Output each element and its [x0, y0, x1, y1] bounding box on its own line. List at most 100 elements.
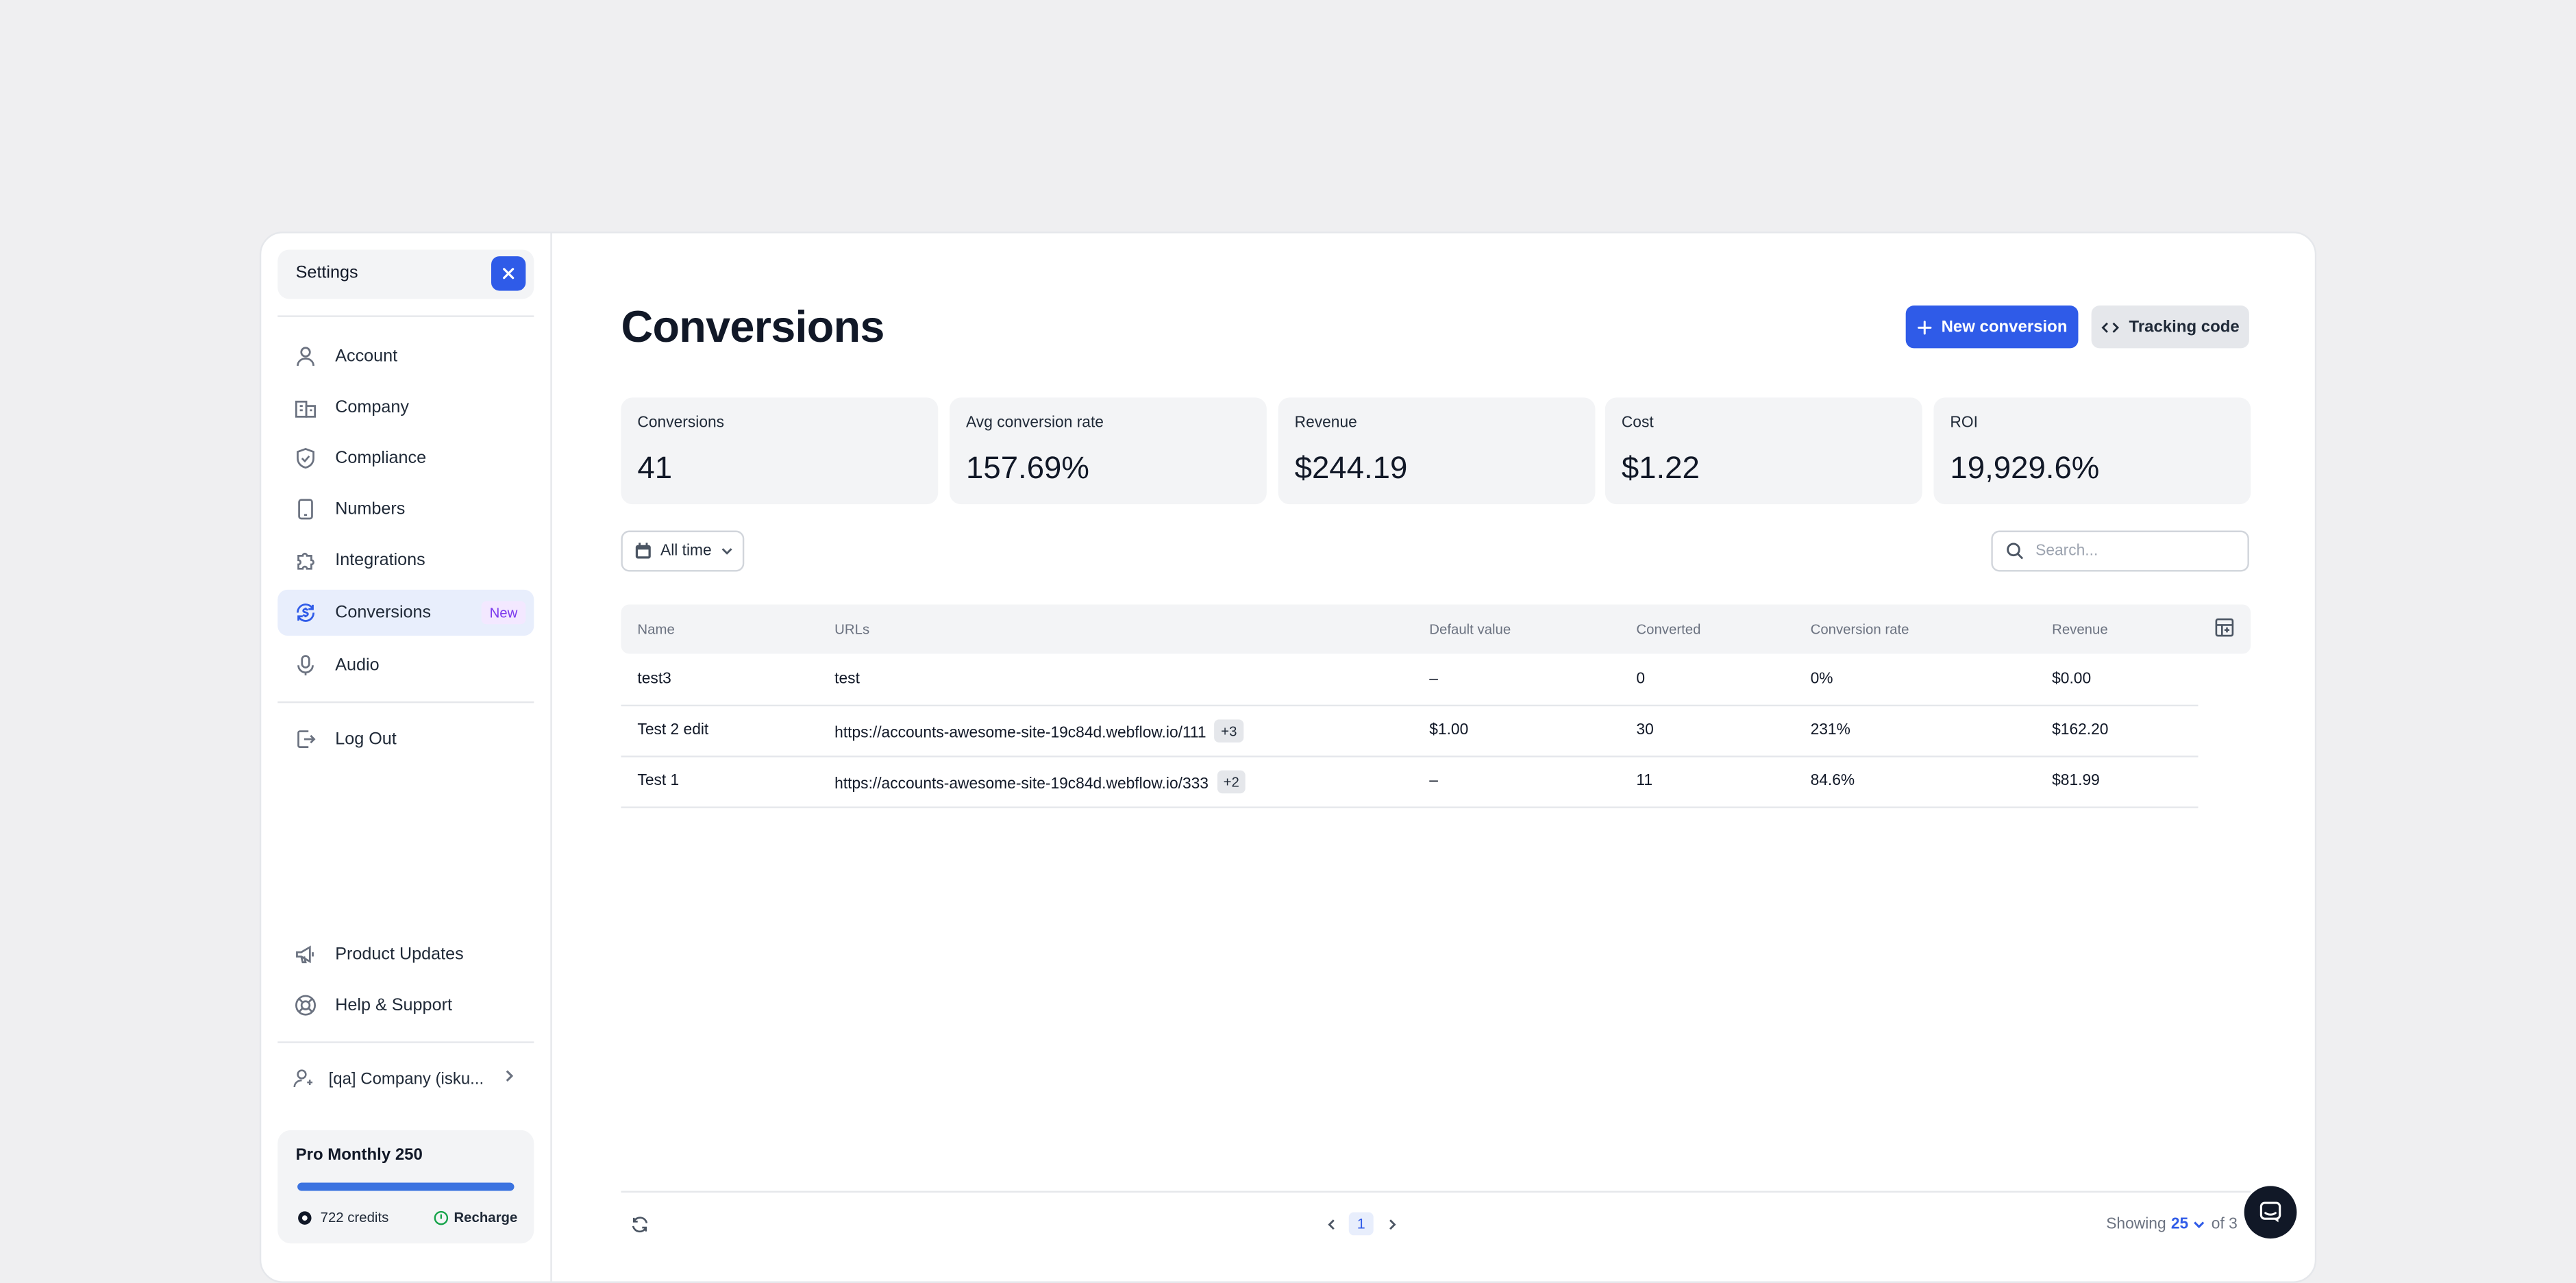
cell-converted: 0 — [1636, 670, 1646, 688]
user-icon — [293, 343, 319, 369]
plan-title: Pro Monthly 250 — [295, 1146, 423, 1165]
column-settings-icon[interactable] — [2215, 618, 2235, 638]
new-badge: New — [481, 601, 526, 625]
lifebuoy-icon — [293, 992, 319, 1018]
sidebar-item-conversions[interactable]: Conversions New — [277, 589, 534, 636]
chevron-down-icon — [720, 544, 735, 559]
cell-conversion-rate: 0% — [1810, 670, 1833, 688]
stat-value: 41 — [637, 451, 673, 486]
settings-title: Settings — [295, 262, 358, 283]
cell-url: https://accounts-awesome-site-19c84d.web… — [834, 770, 1246, 795]
microphone-icon — [293, 652, 319, 678]
search-input[interactable] — [2032, 540, 2236, 562]
stat-card-revenue: Revenue $244.19 — [1278, 397, 1596, 505]
column-header-converted[interactable]: Converted — [1636, 621, 1700, 637]
conversion-dollar-icon — [293, 599, 319, 625]
stat-label: Conversions — [637, 414, 725, 432]
more-urls-badge[interactable]: +3 — [1214, 719, 1244, 743]
stats-row: Conversions 41 Avg conversion rate 157.6… — [621, 397, 2251, 505]
sidebar-item-logout[interactable]: Log Out — [277, 717, 534, 762]
refresh-icon[interactable] — [631, 1216, 649, 1234]
search-box[interactable] — [1991, 530, 2249, 572]
cell-default-value: – — [1429, 772, 1438, 790]
column-header-name[interactable]: Name — [637, 621, 674, 637]
pagination: 1 — [1320, 1212, 1403, 1236]
chat-icon — [2259, 1201, 2281, 1223]
logout-icon — [293, 726, 319, 752]
showing-label: Showing — [2106, 1215, 2166, 1234]
stat-card-avg-rate: Avg conversion rate 157.69% — [950, 397, 1267, 505]
total-count: of 3 — [2211, 1215, 2238, 1234]
table-row[interactable]: test3 test – 0 0% $0.00 — [621, 653, 2199, 707]
close-icon — [503, 268, 515, 279]
previous-page-button[interactable] — [1320, 1217, 1343, 1232]
chat-launcher-button[interactable] — [2244, 1186, 2297, 1239]
per-page-select[interactable]: 25 — [2171, 1216, 2188, 1234]
cell-revenue: $162.20 — [2052, 721, 2109, 740]
puzzle-icon — [293, 547, 319, 573]
company-switcher[interactable]: [qa] Company (isku... — [277, 1060, 534, 1099]
cell-default-value: $1.00 — [1429, 721, 1469, 740]
cell-converted: 30 — [1636, 721, 1654, 740]
stat-label: Cost — [1621, 414, 1654, 432]
new-conversion-button[interactable]: New conversion — [1905, 306, 2079, 349]
sidebar-item-integrations[interactable]: Integrations — [277, 537, 534, 583]
sidebar-item-company[interactable]: Company — [277, 384, 534, 430]
next-page-button[interactable] — [1380, 1217, 1403, 1232]
calendar-icon — [634, 542, 652, 560]
main-content: Conversions New conversion Tracking code… — [552, 234, 2315, 1282]
column-header-revenue[interactable]: Revenue — [2052, 621, 2108, 637]
stat-card-conversions: Conversions 41 — [621, 397, 939, 505]
sidebar-item-product-updates[interactable]: Product Updates — [277, 932, 534, 977]
sidebar: Settings Account Company Compliance Numb… — [261, 233, 552, 1282]
column-header-conversion-rate[interactable]: Conversion rate — [1811, 621, 1909, 637]
tracking-code-button[interactable]: Tracking code — [2091, 306, 2249, 349]
credits-progress-fill — [297, 1182, 515, 1191]
close-button[interactable] — [491, 256, 526, 291]
credits-info: 722 credits — [297, 1209, 388, 1225]
sidebar-item-audio[interactable]: Audio — [277, 643, 534, 688]
more-urls-badge[interactable]: +2 — [1216, 770, 1246, 794]
stat-value: 19,929.6% — [1950, 451, 2100, 486]
sidebar-item-label: Audio — [335, 655, 380, 675]
plus-icon — [1917, 319, 1932, 334]
table-header: Name URLs Default value Converted Conver… — [621, 604, 2251, 654]
cell-conversion-rate: 231% — [1810, 721, 1850, 740]
date-range-dropdown[interactable]: All time — [621, 530, 745, 572]
sidebar-item-account[interactable]: Account — [277, 334, 534, 379]
page-title: Conversions — [621, 302, 884, 352]
sidebar-item-compliance[interactable]: Compliance — [277, 435, 534, 481]
recharge-icon — [434, 1210, 449, 1225]
page: Settings Account Company Compliance Numb… — [0, 0, 2576, 1283]
sidebar-item-label: Numbers — [335, 499, 406, 519]
cell-name: Test 2 edit — [637, 721, 709, 740]
sidebar-item-label: Company — [335, 397, 409, 418]
stat-label: ROI — [1950, 414, 1978, 432]
page-number-button[interactable]: 1 — [1348, 1212, 1374, 1236]
recharge-button[interactable]: Recharge — [434, 1209, 517, 1225]
cell-conversion-rate: 84.6% — [1810, 772, 1855, 790]
sidebar-item-label: Log Out — [335, 729, 397, 749]
column-header-default-value[interactable]: Default value — [1429, 621, 1511, 637]
sidebar-item-help[interactable]: Help & Support — [277, 982, 534, 1028]
cell-url: https://accounts-awesome-site-19c84d.web… — [834, 719, 1244, 745]
stat-card-roi: ROI 19,929.6% — [1933, 397, 2251, 505]
stat-value: $1.22 — [1621, 451, 1700, 486]
chevron-right-icon — [501, 1068, 517, 1089]
chevron-right-icon — [1388, 1219, 1396, 1229]
chevron-down-icon[interactable] — [2192, 1217, 2207, 1232]
sidebar-item-label: Conversions — [335, 603, 432, 623]
divider — [277, 315, 534, 317]
column-header-urls[interactable]: URLs — [834, 621, 869, 637]
sidebar-item-numbers[interactable]: Numbers — [277, 486, 534, 532]
url-text: https://accounts-awesome-site-19c84d.web… — [834, 724, 1206, 743]
credits-progress-bar — [297, 1182, 515, 1191]
stat-label: Revenue — [1294, 414, 1357, 432]
divider — [277, 701, 534, 703]
divider — [621, 1191, 2251, 1193]
table-row[interactable]: Test 1 https://accounts-awesome-site-19c… — [621, 756, 2199, 808]
table-row[interactable]: Test 2 edit https://accounts-awesome-sit… — [621, 705, 2199, 758]
search-icon — [2007, 543, 2024, 560]
stat-value: $244.19 — [1294, 451, 1408, 486]
new-conversion-label: New conversion — [1941, 318, 2068, 336]
